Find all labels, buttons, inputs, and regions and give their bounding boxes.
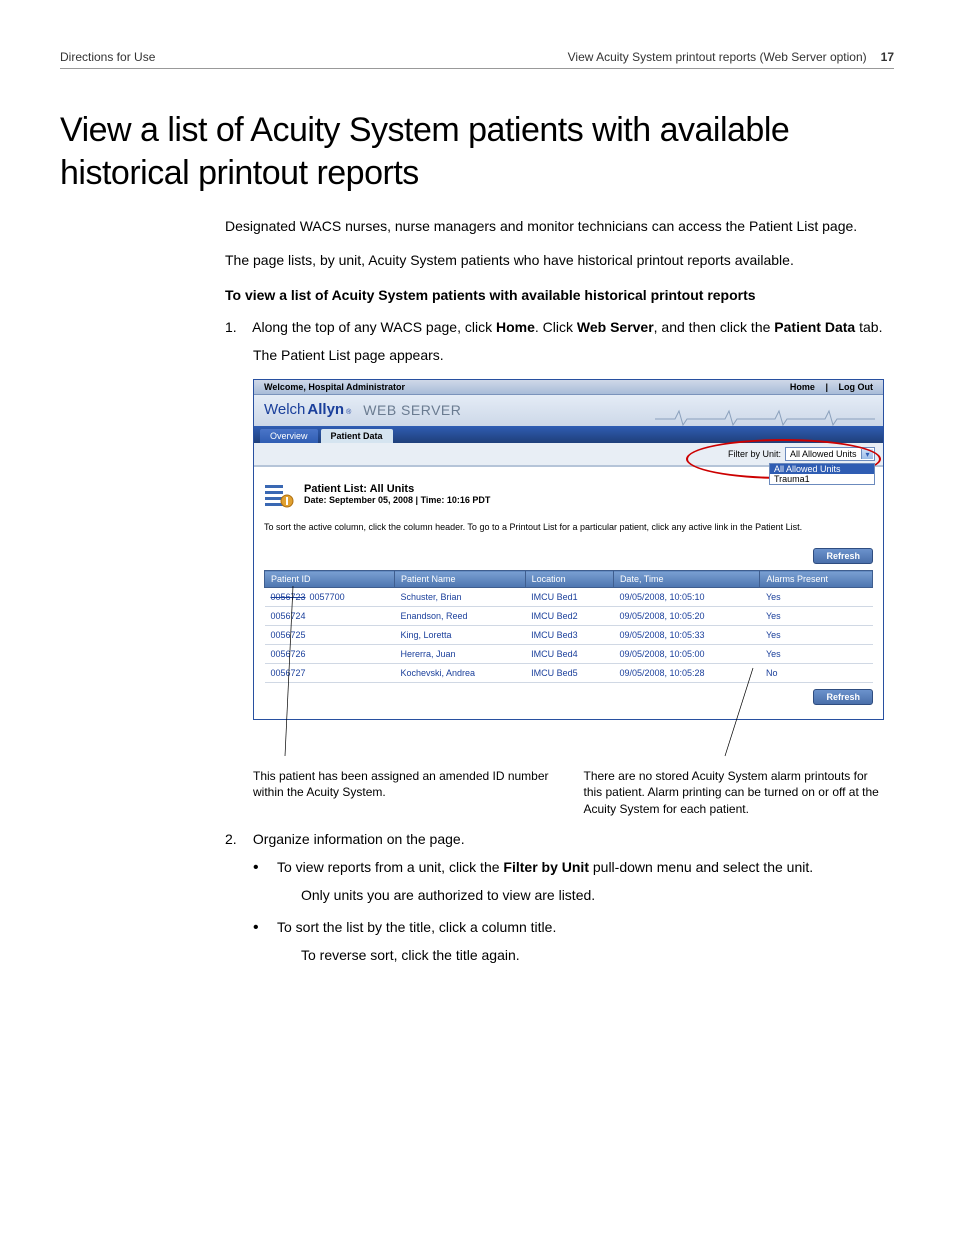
step-result: The Patient List page appears. [253,345,884,365]
cell-dt[interactable]: 09/05/2008, 10:05:10 [613,588,760,607]
filter-option-trauma1[interactable]: Trauma1 [770,474,874,484]
cell-dt[interactable]: 09/05/2008, 10:05:20 [613,607,760,626]
col-datetime[interactable]: Date, Time [613,571,760,588]
filter-by-unit-select[interactable]: All Allowed Units ▾ [785,447,875,461]
welcome-text: Welcome, Hospital Administrator [264,382,405,392]
col-alarms[interactable]: Alarms Present [760,571,873,588]
top-bar: Welcome, Hospital Administrator Home | L… [254,380,883,395]
patient-table: Patient ID Patient Name Location Date, T… [264,570,873,683]
logout-link[interactable]: Log Out [839,382,874,392]
filter-dropdown-open: All Allowed Units Trauma1 [769,463,875,485]
cell-name[interactable]: Kochevski, Andrea [394,664,525,683]
step-number: 2. [225,831,249,847]
chevron-down-icon: ▾ [861,449,873,459]
step-text: Along the top of any WACS page, click Ho… [252,319,882,335]
leader-line-left-icon [283,586,303,756]
bullet-sort-sub: To reverse sort, click the title again. [301,945,884,965]
cell-al: Yes [760,645,873,664]
col-location[interactable]: Location [525,571,613,588]
leader-line-right-icon [723,668,763,756]
cell-loc[interactable]: IMCU Bed3 [525,626,613,645]
tab-patient-data[interactable]: Patient Data [321,429,393,443]
refresh-button[interactable]: Refresh [813,548,873,564]
step-1: 1. Along the top of any WACS page, click… [225,319,884,817]
cell-al: Yes [760,588,873,607]
col-patient-id[interactable]: Patient ID [265,571,395,588]
page-title: View a list of Acuity System patients wi… [60,109,894,194]
filter-bar: Filter by Unit: All Allowed Units ▾ All … [254,443,883,466]
cell-al: Yes [760,607,873,626]
screenshot-patient-list: Welcome, Hospital Administrator Home | L… [253,379,884,720]
patient-list-datetime: Date: September 05, 2008 | Time: 10:16 P… [304,495,490,505]
filter-option-all[interactable]: All Allowed Units [770,464,874,474]
step-2: 2. Organize information on the page. To … [225,831,884,966]
cell-name[interactable]: Enandson, Reed [394,607,525,626]
header-left: Directions for Use [60,50,155,64]
cell-dt[interactable]: 09/05/2008, 10:05:00 [613,645,760,664]
patient-list-title: Patient List: All Units [304,483,490,495]
table-row[interactable]: 0056726Hererra, JuanIMCU Bed409/05/2008,… [265,645,873,664]
step-text: Organize information on the page. [253,831,465,847]
home-link[interactable]: Home [790,382,815,392]
tab-overview[interactable]: Overview [260,429,318,443]
ecg-decoration-icon [655,405,875,426]
cell-loc[interactable]: IMCU Bed1 [525,588,613,607]
tabs-row: Overview Patient Data [254,426,883,443]
header-section: View Acuity System printout reports (Web… [568,50,867,64]
page-number: 17 [881,50,894,64]
page-header: Directions for Use View Acuity System pr… [60,50,894,69]
refresh-button-bottom[interactable]: Refresh [813,689,873,705]
bullet-filter: To view reports from a unit, click the F… [253,859,884,905]
table-row[interactable]: 0056724Enandson, ReedIMCU Bed209/05/2008… [265,607,873,626]
patient-list-icon [264,483,294,511]
intro-paragraph-2: The page lists, by unit, Acuity System p… [225,250,884,270]
sort-hint: To sort the active column, click the col… [264,521,873,534]
table-row[interactable]: 0056725King, LorettaIMCU Bed309/05/2008,… [265,626,873,645]
filter-label: Filter by Unit: [728,449,781,459]
webserver-label: WEB SERVER [363,402,461,418]
cell-loc[interactable]: IMCU Bed4 [525,645,613,664]
table-row[interactable]: 0056727Kochevski, AndreaIMCU Bed509/05/2… [265,664,873,683]
table-row[interactable]: 00567230057700Schuster, BrianIMCU Bed109… [265,588,873,607]
bullet-sort: To sort the list by the title, click a c… [253,919,884,965]
step-number: 1. [225,319,249,335]
top-links: Home | Log Out [782,382,873,392]
brand-bar: WelchAllyn® WEB SERVER [254,395,883,426]
cell-al: No [760,664,873,683]
cell-name[interactable]: Hererra, Juan [394,645,525,664]
col-patient-name[interactable]: Patient Name [394,571,525,588]
cell-name[interactable]: Schuster, Brian [394,588,525,607]
callout-leader-lines [253,716,884,766]
annotation-amended-id: This patient has been assigned an amende… [253,768,554,817]
intro-paragraph-1: Designated WACS nurses, nurse managers a… [225,216,884,236]
welchallyn-logo: WelchAllyn® [264,401,351,418]
cell-dt[interactable]: 09/05/2008, 10:05:33 [613,626,760,645]
cell-loc[interactable]: IMCU Bed2 [525,607,613,626]
cell-name[interactable]: King, Loretta [394,626,525,645]
bullet-filter-sub: Only units you are authorized to view ar… [301,885,884,905]
annotations-row: This patient has been assigned an amende… [253,768,884,817]
cell-al: Yes [760,626,873,645]
task-heading: To view a list of Acuity System patients… [225,285,884,305]
cell-loc[interactable]: IMCU Bed5 [525,664,613,683]
annotation-no-alarms: There are no stored Acuity System alarm … [584,768,885,817]
